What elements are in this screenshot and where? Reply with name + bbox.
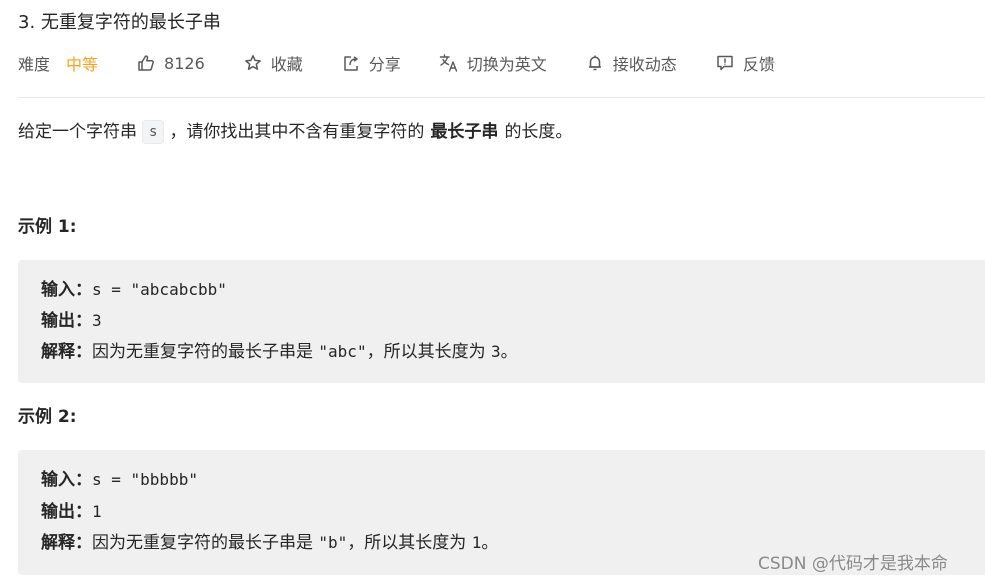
example-2-heading: 示例 2: [18,407,77,427]
example-2-explain-text-2: ，所以其长度为 [347,533,472,553]
bell-icon [585,53,605,73]
example-1-input-value: s = "abcabcbb" [92,280,227,299]
example-2-explain-number: 1 [471,533,482,552]
example-1-output-value: 3 [92,311,102,330]
example-2-explanation: 解释： 因为无重复字符的最长子串是 "b" ，所以其长度为 1 。 [41,530,498,556]
example-1-explain-number: 3 [490,342,501,361]
star-icon [243,53,263,73]
like-button[interactable]: 8126 [136,53,205,73]
example-2-output: 输出： 1 [41,499,102,525]
problem-page: 3. 无重复字符的最长子串 难度 中等 8126 收藏 分享 切换为英文 接收动… [0,0,985,585]
header-divider [18,97,985,98]
example-1-explain-label: 解释： [41,342,92,362]
example-1-explain-text-1: 因为无重复字符的最长子串是 [92,342,319,362]
problem-description: 给定一个字符串 s ，请你找出其中不含有重复字符的 最长子串 的长度。 [18,118,572,146]
description-text-1: 给定一个字符串 [18,122,137,142]
thumbs-up-icon [136,53,156,73]
share-button[interactable]: 分享 [341,51,401,75]
example-2-explain-end: 。 [481,533,499,553]
feedback-label: 反馈 [742,55,775,74]
example-1-input: 输入： s = "abcabcbb" [41,277,227,303]
example-1-explain-code: "abc" [318,342,367,361]
example-2-output-label: 输出： [41,502,92,522]
example-1-explain-end: 。 [500,342,518,362]
example-2-input-value: s = "bbbbb" [92,470,198,489]
difficulty-label: 难度 [18,55,51,74]
inline-code-s: s [142,120,165,144]
feedback-button[interactable]: 反馈 [715,51,775,75]
notify-button[interactable]: 接收动态 [585,51,677,75]
example-2-input: 输入： s = "bbbbb" [41,467,198,493]
feedback-icon [715,53,735,73]
example-2-explain-code: "b" [318,533,348,552]
example-1-input-label: 输入： [41,280,92,300]
notify-label: 接收动态 [612,55,677,74]
meta-toolbar: 难度 中等 8126 收藏 分享 切换为英文 接收动态 反馈 [18,50,775,76]
example-1-explain-text-2: ，所以其长度为 [366,342,491,362]
difficulty: 难度 中等 [18,51,98,75]
example-2-output-value: 1 [92,502,102,521]
example-1-output-label: 输出： [41,311,92,331]
description-text-2: ，请你找出其中不含有重复字符的 [169,122,425,142]
difficulty-value: 中等 [66,55,99,74]
problem-title: 3. 无重复字符的最长子串 [18,12,221,33]
favorite-button[interactable]: 收藏 [243,51,303,75]
description-text-3: 的长度。 [504,122,573,142]
translate-button[interactable]: 切换为英文 [439,51,547,75]
example-1-explanation: 解释： 因为无重复字符的最长子串是 "abc" ，所以其长度为 3 。 [41,339,518,365]
translate-icon [439,53,459,73]
csdn-watermark: CSDN @代码才是我本命 [758,554,948,574]
example-2-explain-label: 解释： [41,533,92,553]
share-label: 分享 [368,55,401,74]
example-1-output: 输出： 3 [41,308,102,334]
example-1-block: 输入： s = "abcabcbb" 输出： 3 解释： 因为无重复字符的最长子… [18,260,985,383]
example-2-input-label: 输入： [41,470,92,490]
translate-label: 切换为英文 [466,55,547,74]
description-bold: 最长子串 [430,122,499,142]
example-2-explain-text-1: 因为无重复字符的最长子串是 [92,533,319,553]
likes-count: 8126 [164,53,205,73]
share-icon [341,53,361,73]
favorite-label: 收藏 [270,55,303,74]
example-1-heading: 示例 1: [18,217,77,237]
